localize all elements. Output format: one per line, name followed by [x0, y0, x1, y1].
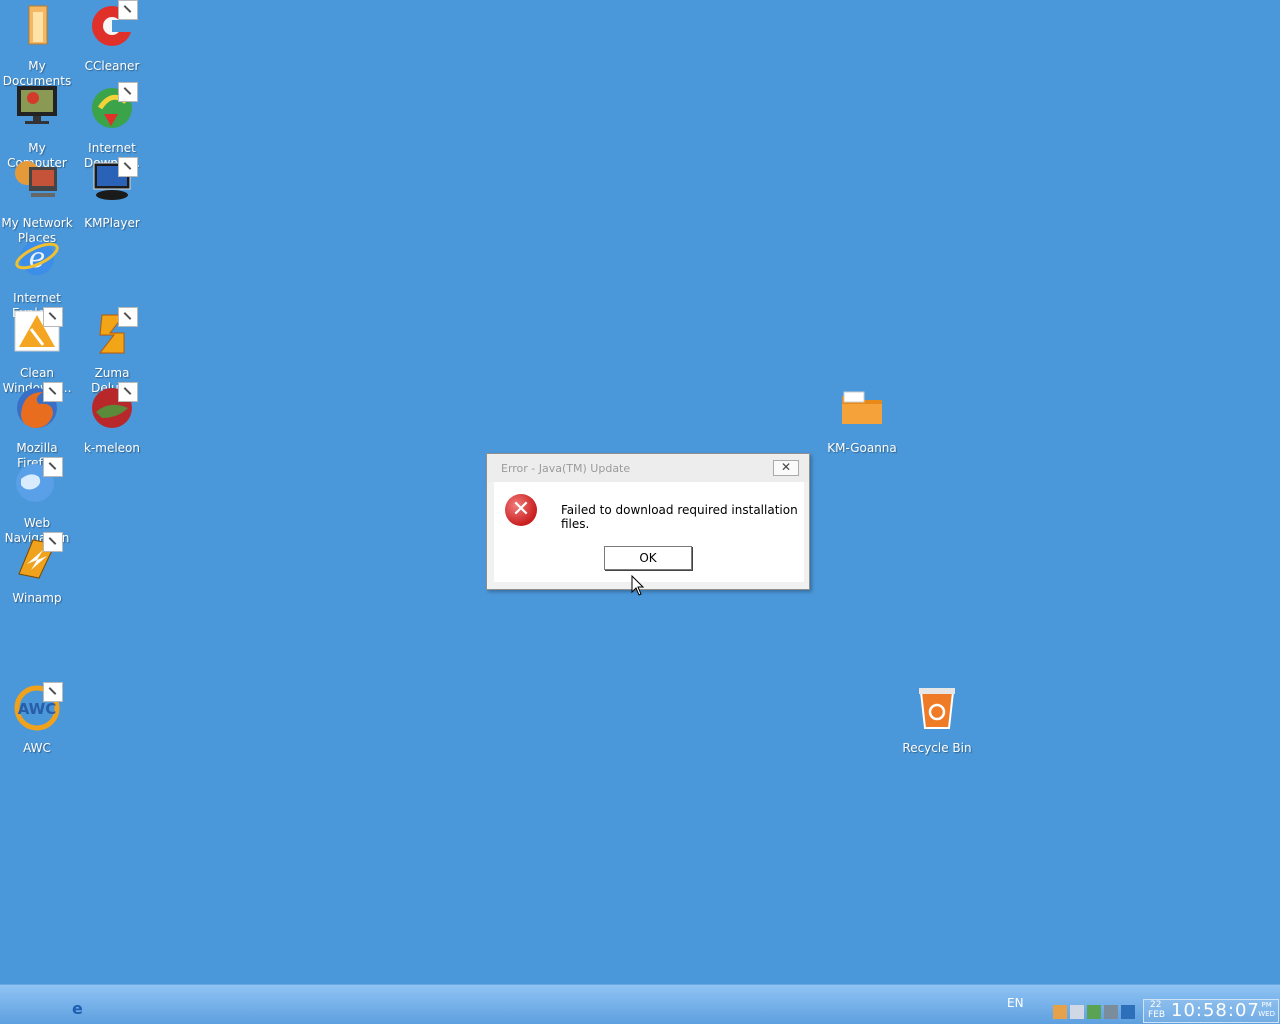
desktop-icon-my-documents[interactable]: My Documents: [0, 2, 74, 89]
desktop-icon-label: KMPlayer: [84, 216, 140, 230]
taskbar: e EN 22 FEB 10:58:07 PM WED: [0, 984, 1280, 1024]
tray-app-icon[interactable]: [1053, 1004, 1067, 1019]
volume-icon[interactable]: [1070, 1004, 1084, 1019]
dialog-close-button[interactable]: ✕: [773, 460, 799, 476]
clock-ampm-bottom: WED: [1258, 1010, 1275, 1018]
system-tray: [1053, 1001, 1138, 1021]
shortcut-arrow-icon: [43, 532, 63, 552]
clock-date-month: FEB: [1148, 1010, 1166, 1020]
mouse-cursor-icon: [631, 574, 645, 601]
desktop-icon-label: k-meleon: [83, 441, 140, 455]
desktop-icon-awc[interactable]: AWC AWC: [0, 682, 74, 756]
clock[interactable]: 22 FEB 10:58:07 PM WED: [1143, 999, 1279, 1023]
desktop-icon-label: Winamp: [12, 591, 62, 605]
awc-icon: AWC: [13, 682, 63, 732]
svg-text:AWC: AWC: [18, 700, 57, 718]
clock-ampm-top: PM: [1261, 1001, 1272, 1009]
desktop-icon-kmplayer[interactable]: KMPlayer: [75, 157, 149, 231]
ie-icon: e: [13, 234, 61, 282]
download-manager-icon: [88, 82, 138, 132]
error-dialog: Error - Java(TM) Update ✕ ✕ Failed to do…: [486, 453, 810, 590]
network-tray-icon[interactable]: [1087, 1004, 1101, 1019]
shortcut-arrow-icon: [118, 307, 138, 327]
zuma-icon: [88, 307, 138, 357]
quicklaunch-ie-icon[interactable]: e: [72, 999, 83, 1018]
shortcut-arrow-icon: [43, 682, 63, 702]
ok-button[interactable]: OK: [604, 546, 692, 570]
desktop-icon-ccleaner[interactable]: CCleaner: [75, 0, 149, 74]
folder-icon: [838, 384, 886, 432]
recycle-bin-icon: [913, 684, 961, 732]
computer-icon: [13, 84, 61, 132]
clean-windows-icon: [13, 307, 63, 357]
dialog-title: Error - Java(TM) Update: [501, 462, 631, 475]
shortcut-arrow-icon: [118, 382, 138, 402]
error-icon: ✕: [505, 494, 537, 526]
desktop-icon-label: KM-Goanna: [827, 441, 897, 455]
web-navigation-icon: [13, 457, 63, 507]
language-indicator[interactable]: EN: [1007, 996, 1024, 1010]
desktop-icon-km-goanna[interactable]: KM-Goanna: [825, 384, 899, 456]
clock-time: 10:58:07: [1171, 1000, 1260, 1021]
desktop-icon-k-meleon[interactable]: k-meleon: [75, 382, 149, 456]
clock-ampm: PM WED: [1258, 1001, 1275, 1019]
folder-documents-icon: [13, 2, 61, 50]
shortcut-arrow-icon: [43, 382, 63, 402]
desktop-icon-label: Recycle Bin: [902, 741, 972, 755]
shortcut-arrow-icon: [118, 82, 138, 102]
desktop-icon-my-network-places[interactable]: My Network Places: [0, 159, 74, 246]
shortcut-arrow-icon: [118, 157, 138, 177]
desktop-icon-recycle-bin[interactable]: Recycle Bin: [900, 684, 974, 756]
clock-date-day: 22: [1150, 1000, 1162, 1010]
shortcut-arrow-icon: [43, 457, 63, 477]
kmplayer-icon: [88, 157, 138, 207]
dialog-body: ✕ Failed to download required installati…: [494, 482, 804, 582]
show-desktop-icon[interactable]: [1121, 1004, 1135, 1019]
ccleaner-icon: [88, 0, 138, 50]
tray-monitor-icon[interactable]: [1104, 1004, 1118, 1019]
desktop-icon-my-computer[interactable]: My Computer: [0, 84, 74, 171]
winamp-icon: [13, 532, 63, 582]
shortcut-arrow-icon: [43, 307, 63, 327]
desktop: My Documents My Computer My Network Plac…: [0, 0, 1280, 984]
dialog-titlebar[interactable]: Error - Java(TM) Update ✕: [487, 454, 809, 482]
desktop-icon-label: AWC: [23, 741, 51, 755]
desktop-icon-label: CCleaner: [84, 59, 140, 73]
desktop-icon-winamp[interactable]: Winamp: [0, 532, 74, 606]
kmeleon-icon: [88, 382, 138, 432]
firefox-icon: [13, 382, 63, 432]
shortcut-arrow-icon: [118, 0, 138, 20]
network-icon: [13, 159, 61, 207]
dialog-message: Failed to download required installation…: [561, 503, 798, 531]
